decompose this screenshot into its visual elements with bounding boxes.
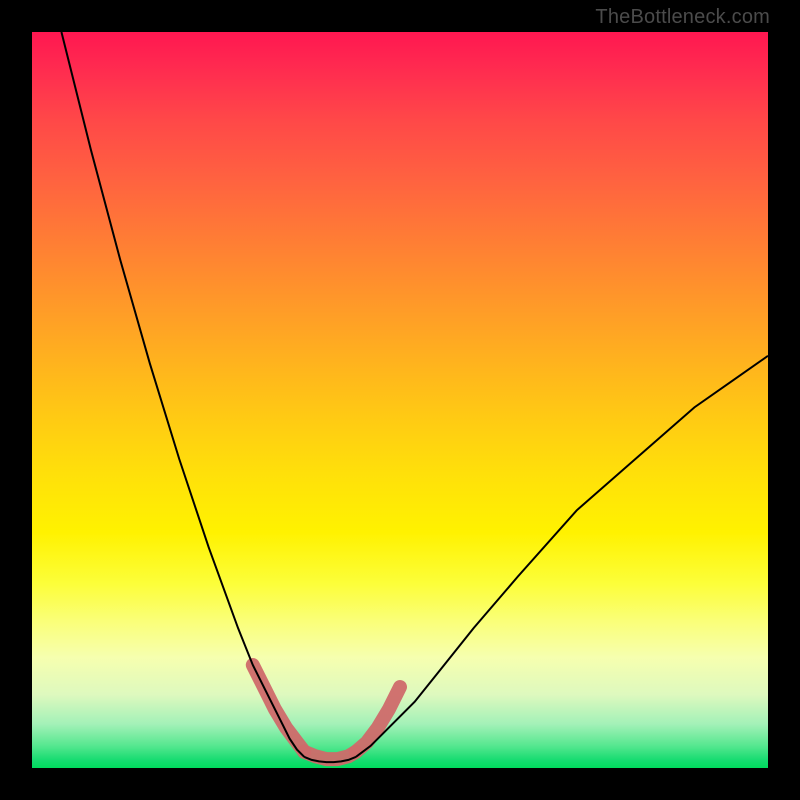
right-highlight-path bbox=[356, 687, 400, 752]
chart-frame: TheBottleneck.com bbox=[0, 0, 800, 800]
bottom-highlight-path bbox=[304, 752, 356, 759]
plot-svg bbox=[32, 32, 768, 768]
left-branch-curve bbox=[61, 32, 304, 757]
left-highlight-path bbox=[253, 665, 305, 752]
right-branch-curve bbox=[356, 356, 768, 757]
watermark-label: TheBottleneck.com bbox=[595, 6, 770, 29]
plot-area bbox=[32, 32, 768, 768]
